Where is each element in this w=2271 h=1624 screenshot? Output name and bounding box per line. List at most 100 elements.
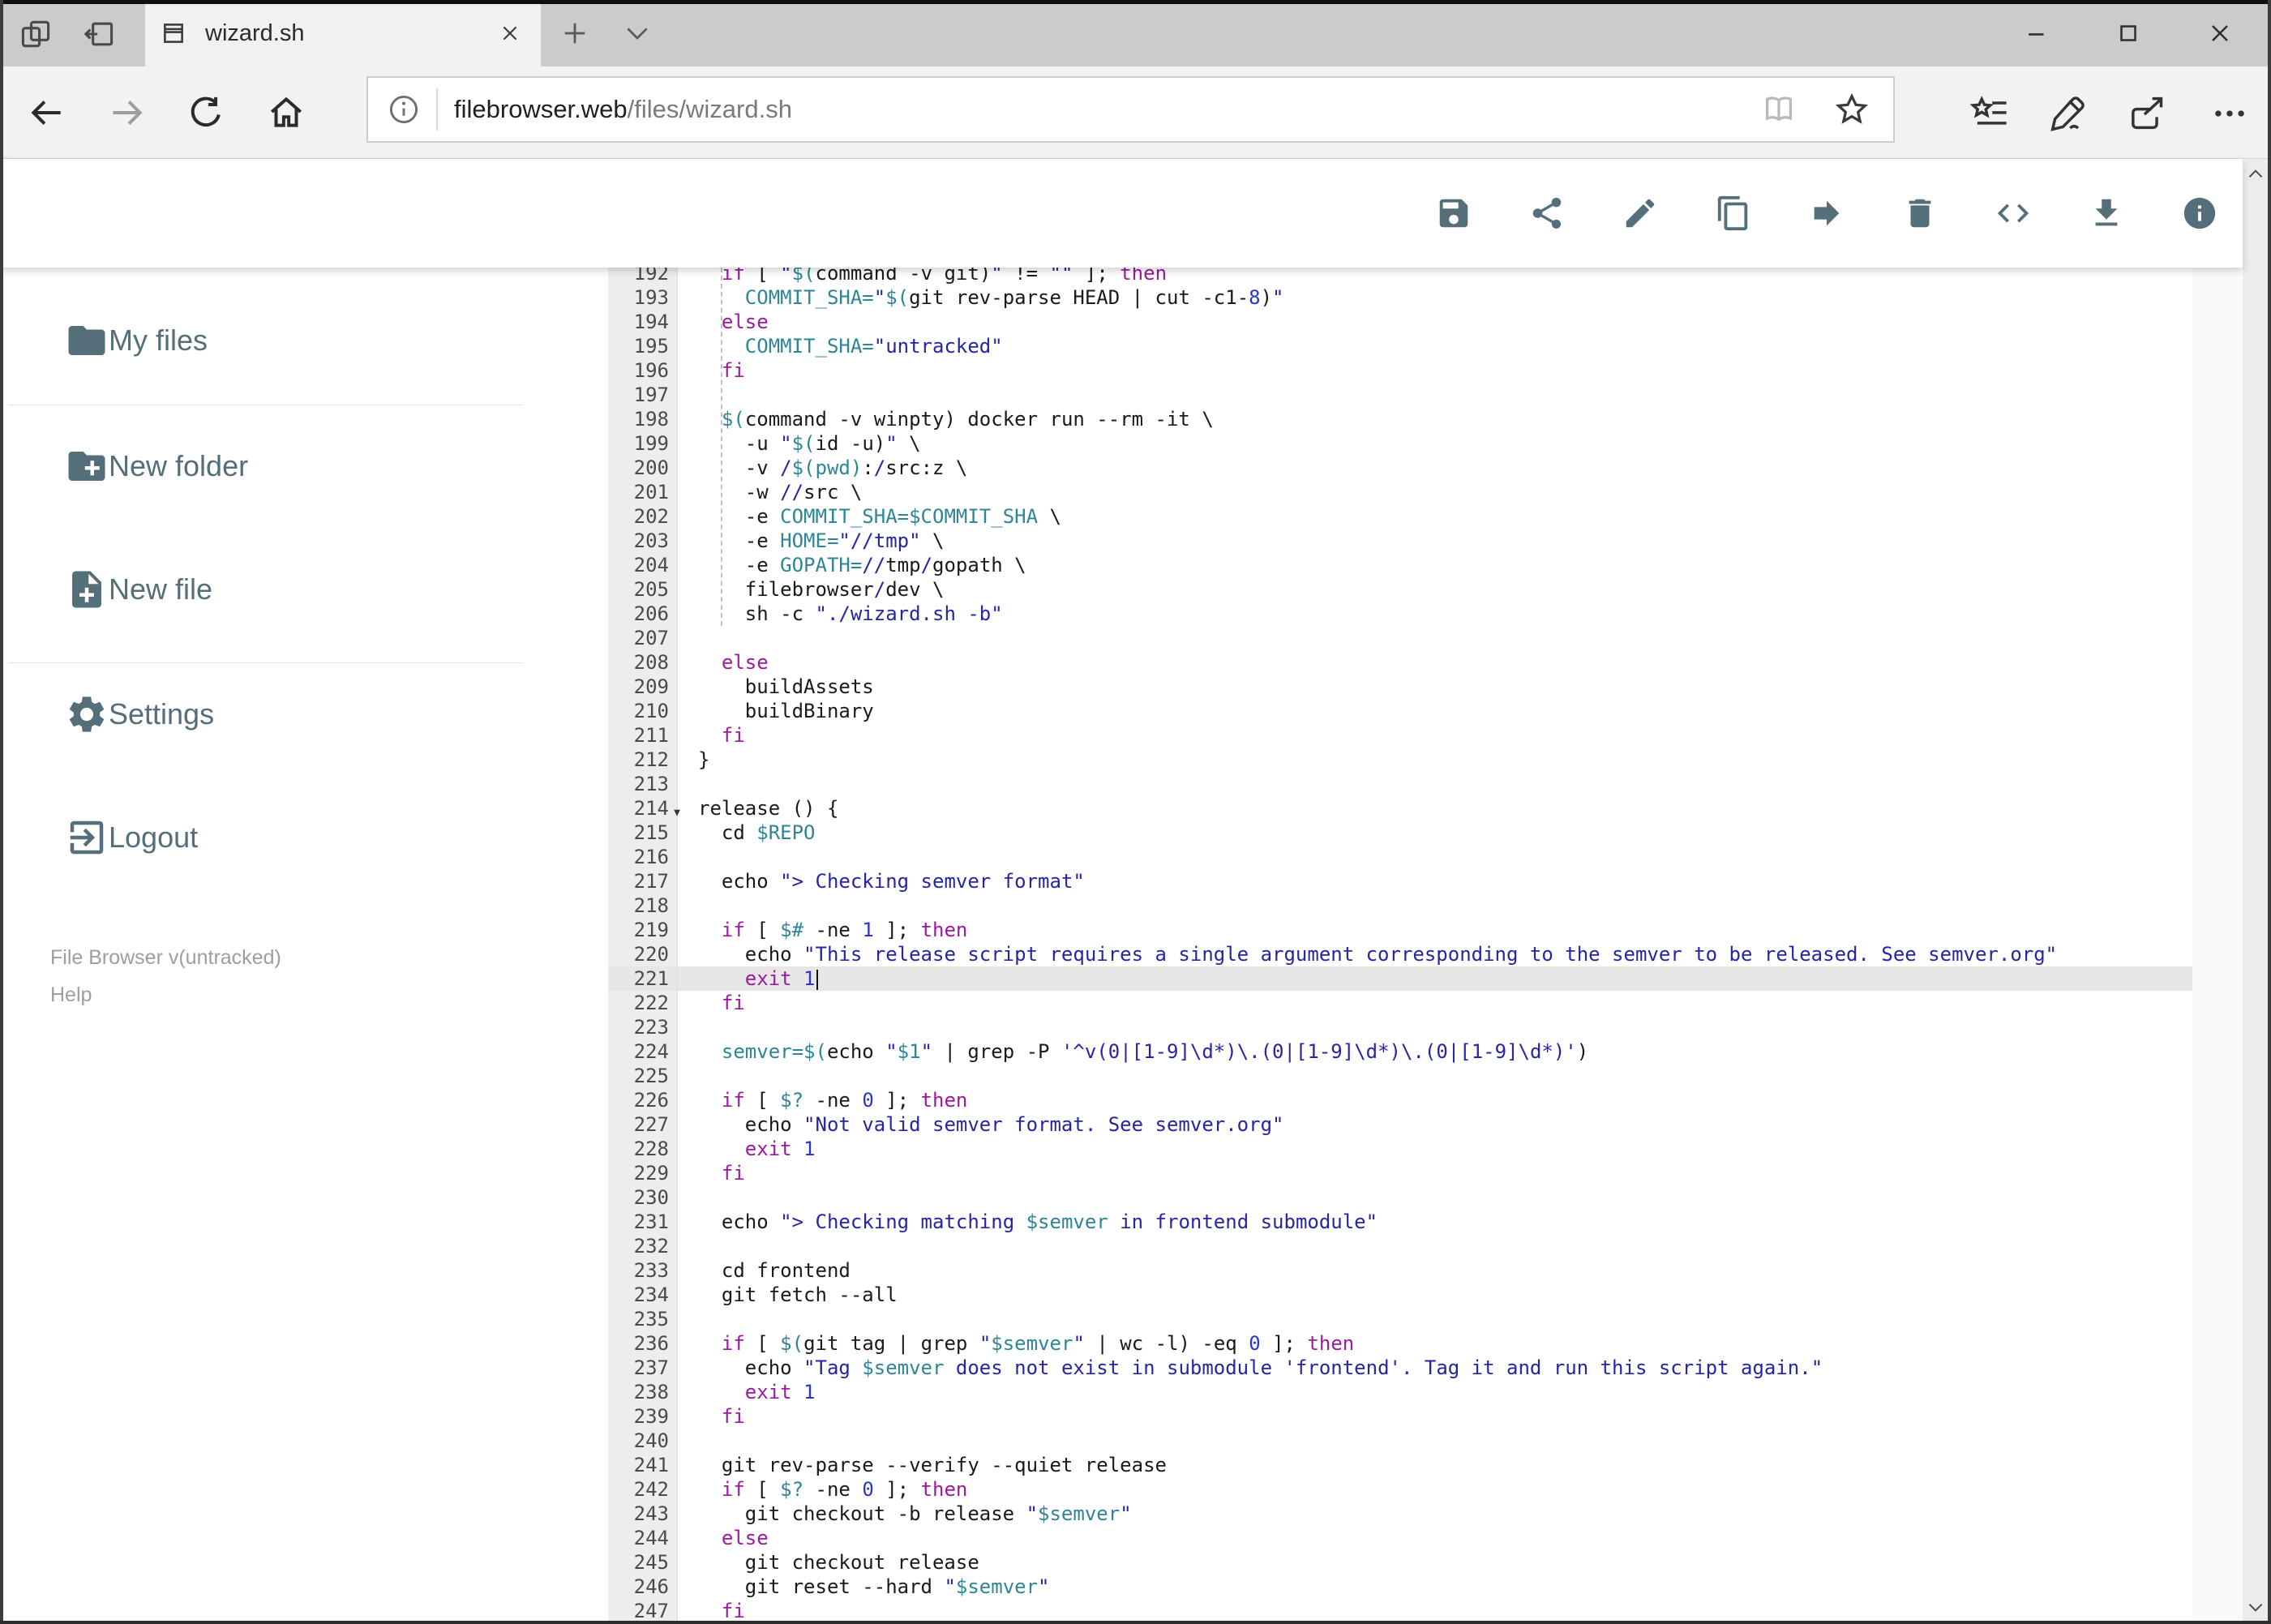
code-line[interactable]: 225 [608,1064,2192,1088]
move-button[interactable] [1808,195,1845,232]
page-scrollbar[interactable] [2243,159,2268,1624]
sidebar-item-my-files[interactable]: My files [0,296,592,385]
code-line[interactable]: 213 [608,772,2192,796]
minimize-button[interactable] [1996,0,2077,66]
code-line[interactable]: 221 exit 1 [608,966,2192,991]
new-tab-icon[interactable] [558,16,592,50]
sidebar-item-logout[interactable]: Logout [0,793,592,882]
code-line[interactable]: 228 exit 1 [608,1137,2192,1161]
code-line[interactable]: 200 -v /$(pwd):/src:z \ [608,456,2192,480]
code-line[interactable]: 204 -e GOPATH=//tmp/gopath \ [608,553,2192,577]
code-text: fi [721,992,745,1014]
maximize-button[interactable] [2088,0,2169,66]
code-line[interactable]: 205 filebrowser/dev \ [608,577,2192,602]
new-folder-icon [65,444,109,488]
code-line[interactable]: 233 cd frontend [608,1258,2192,1283]
code-line[interactable]: 242 if [ $? -ne 0 ]; then [608,1477,2192,1502]
code-line[interactable]: 214 ▼ release () { [608,796,2192,821]
edit-button[interactable] [1622,195,1659,232]
code-line[interactable]: 211 fi [608,723,2192,748]
code-line[interactable]: 198 $(command -v winpty) docker run --rm… [608,407,2192,431]
code-line[interactable]: 239 fi [608,1404,2192,1429]
scroll-up-icon[interactable] [2245,164,2266,185]
info-button[interactable] [2181,195,2218,232]
url-bar[interactable]: filebrowser.web/files/wizard.sh [366,76,1895,143]
tab-close-icon[interactable] [499,22,521,45]
code-line[interactable]: 246 git reset --hard "$semver" [608,1575,2192,1599]
save-button[interactable] [1435,195,1472,232]
code-line[interactable]: 240 [608,1429,2192,1453]
code-line[interactable]: 234 git fetch --all [608,1283,2192,1307]
hub-favorites-icon[interactable] [1969,92,2011,135]
sidebar-item-settings[interactable]: Settings [0,670,592,759]
code-line[interactable]: 222 fi [608,991,2192,1015]
site-info-icon[interactable] [386,92,422,127]
code-line[interactable]: 199 -u "$(id -u)" \ [608,431,2192,456]
code-line[interactable]: 247 fi [608,1599,2192,1623]
code-line[interactable]: 241 git rev-parse --verify --quiet relea… [608,1453,2192,1477]
set-aside-tabs-icon[interactable] [81,16,117,52]
code-text: -w //src \ [698,481,863,503]
code-line[interactable]: 197 [608,383,2192,407]
code-line[interactable]: 224 semver=$(echo "$1" | grep -P '^v(0|[… [608,1039,2192,1064]
back-icon[interactable] [26,92,66,133]
code-line[interactable]: 218 [608,893,2192,918]
code-line[interactable]: 196 fi [608,358,2192,383]
code-line[interactable]: 206 sh -c "./wizard.sh -b" [608,602,2192,626]
code-line[interactable]: 208 else [608,650,2192,675]
code-line[interactable]: 203 -e HOME="//tmp" \ [608,529,2192,553]
code-line[interactable]: 202 -e COMMIT_SHA=$COMMIT_SHA \ [608,504,2192,529]
url-text[interactable]: filebrowser.web/files/wizard.sh [454,95,1760,124]
code-view-button[interactable] [1995,195,2032,232]
tab-preview-icon[interactable] [18,16,54,52]
code-line[interactable]: 235 [608,1307,2192,1331]
code-line[interactable]: 215 cd $REPO [608,821,2192,845]
code-line[interactable]: 230 [608,1185,2192,1210]
web-note-pen-icon[interactable] [2046,92,2089,135]
code-line[interactable]: 194 else [608,310,2192,334]
more-options-icon[interactable] [2209,92,2251,135]
scroll-down-icon[interactable] [2245,1596,2266,1618]
code-line[interactable]: 227 echo "Not valid semver format. See s… [608,1112,2192,1137]
line-number: 203 [608,529,678,553]
code-line[interactable]: 243 git checkout -b release "$semver" [608,1502,2192,1526]
delete-button[interactable] [1901,195,1939,232]
refresh-icon[interactable] [186,92,226,133]
code-line[interactable]: 216 [608,845,2192,869]
code-line[interactable]: 237 echo "Tag $semver does not exist in … [608,1356,2192,1380]
code-line[interactable]: 238 exit 1 [608,1380,2192,1404]
copy-button[interactable] [1715,195,1752,232]
help-link[interactable]: Help [50,976,281,1013]
code-line[interactable]: 244 else [608,1526,2192,1550]
sidebar-item-new-file[interactable]: New file [0,545,592,634]
code-line[interactable]: 192 if [ "$(command -v git)" != "" ]; th… [608,268,2192,285]
code-line[interactable]: 193 COMMIT_SHA="$(git rev-parse HEAD | c… [608,285,2192,310]
code-line[interactable]: 219 if [ $# -ne 1 ]; then [608,918,2192,942]
code-line[interactable]: 212} [608,748,2192,772]
share-icon[interactable] [2124,92,2166,135]
code-line[interactable]: 201 -w //src \ [608,480,2192,504]
tab-list-chevron-icon[interactable] [621,21,653,47]
browser-nav-bar: filebrowser.web/files/wizard.sh [0,66,2271,159]
code-line[interactable]: 232 [608,1234,2192,1258]
code-line[interactable]: 231 echo "> Checking matching $semver in… [608,1210,2192,1234]
code-line[interactable]: 226 if [ $? -ne 0 ]; then [608,1088,2192,1112]
sidebar-item-new-folder[interactable]: New folder [0,422,592,511]
code-editor[interactable]: 192 if [ "$(command -v git)" != "" ]; th… [608,268,2192,1624]
code-line[interactable]: 220 echo "This release script requires a… [608,942,2192,966]
active-tab[interactable]: wizard.sh [145,0,541,66]
code-line[interactable]: 229 fi [608,1161,2192,1185]
code-line[interactable]: 207 [608,626,2192,650]
code-line[interactable]: 217 echo "> Checking semver format" [608,869,2192,893]
code-line[interactable]: 223 [608,1015,2192,1039]
code-line[interactable]: 210 buildBinary [608,699,2192,723]
share-button[interactable] [1528,195,1566,232]
close-button[interactable] [2179,0,2260,66]
code-line[interactable]: 236 if [ $(git tag | grep "$semver" | wc… [608,1331,2192,1356]
home-icon[interactable] [266,92,306,133]
code-line[interactable]: 209 buildAssets [608,675,2192,699]
code-line[interactable]: 245 git checkout release [608,1550,2192,1575]
code-line[interactable]: 195 COMMIT_SHA="untracked" [608,334,2192,358]
add-favorite-star-icon[interactable] [1833,91,1870,128]
download-button[interactable] [2088,195,2125,232]
